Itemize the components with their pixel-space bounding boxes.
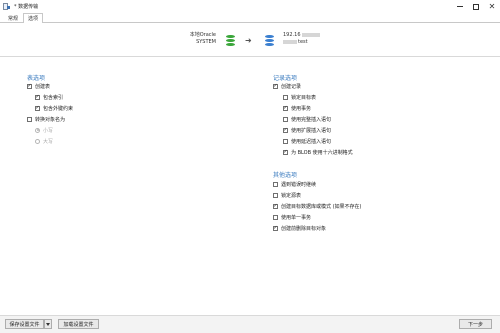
option-include-foreign-keys[interactable]: ✓ 包含外键约束 [35,104,73,112]
source-connection-label: 本地Oracle [189,32,216,38]
transfer-header: 本地Oracle SYSTEM ➜ 192.16 test [0,23,500,57]
option-complete-insert[interactable]: 使用完整插入语句 [283,115,331,123]
tab-general[interactable]: 常规 [3,13,23,22]
option-single-transaction[interactable]: 使用单一事务 [273,213,311,221]
save-profile-dropdown-button[interactable] [44,319,52,329]
checkbox[interactable]: ✓ [27,83,32,89]
target-schema-label: test [283,39,308,46]
footer-bar: 保存设置文件 加载设置文件 下一步 [0,315,500,333]
option-label: 创建表 [35,83,51,90]
tab-bar: 常规 选项 [0,13,500,23]
option-create-records[interactable]: ✓ 创建记录 [273,82,301,90]
option-lock-target-table[interactable]: 锁定目标表 [283,93,316,101]
checkbox[interactable] [283,94,288,100]
option-continue-on-error[interactable]: 遇到错误时继续 [273,180,316,188]
option-lock-source-table[interactable]: 锁定源表 [273,191,301,199]
option-create-table[interactable]: ✓ 创建表 [27,82,50,90]
maximize-icon [473,3,479,10]
checkbox[interactable] [273,181,278,187]
checkbox[interactable]: ✓ [283,149,288,155]
option-drop-target-objects[interactable]: ✓ 创建前删除目标对象 [273,224,326,232]
checkbox[interactable]: ✓ [273,83,278,89]
radio-label: 小写 [43,127,54,134]
checkbox[interactable]: ✓ [273,225,278,231]
option-label: 转换对象名为 [35,116,66,123]
chevron-down-icon [46,322,50,326]
table-options-title: 表选项 [27,75,46,82]
option-include-indexes[interactable]: ✓ 包含索引 [35,93,63,101]
radio-label: 大写 [43,138,54,145]
option-label: 为 BLOB 使用十六进制格式 [291,149,353,156]
checkbox[interactable]: ✓ [273,203,278,209]
title-bar: * 数据传输 ✕ [0,0,500,13]
redacted-block [283,39,297,44]
option-label: 使用完整插入语句 [291,116,332,123]
record-options-title: 记录选项 [273,75,298,82]
option-label: 使用单一事务 [281,214,312,221]
option-use-transaction[interactable]: ✓ 使用事务 [283,104,311,112]
option-label: 使用事务 [291,105,312,112]
radio-lowercase[interactable]: 小写 [35,126,53,134]
option-label: 锁定目标表 [291,94,317,101]
load-profile-button[interactable]: 加载设置文件 [58,319,99,329]
source-schema-label: SYSTEM [196,39,216,45]
checkbox[interactable] [27,116,32,122]
option-label: 使用延迟插入语句 [291,138,332,145]
next-button[interactable]: 下一步 [459,319,492,329]
database-green-icon [226,35,235,46]
option-convert-object-names[interactable]: 转换对象名为 [27,115,65,123]
checkbox[interactable]: ✓ [283,127,288,133]
target-connection-label: 192.16 [283,32,320,39]
window-controls: ✕ [452,0,500,13]
window-title: * 数据传输 [14,4,39,10]
checkbox[interactable] [283,138,288,144]
close-icon: ✕ [488,1,496,11]
arrow-right-icon: ➜ [245,36,252,45]
tab-options[interactable]: 选项 [23,13,44,23]
radio-button[interactable] [35,127,40,133]
option-label: 遇到错误时继续 [281,181,317,188]
save-profile-button[interactable]: 保存设置文件 [5,319,44,329]
option-label: 使用扩展插入语句 [291,127,332,134]
checkbox[interactable]: ✓ [283,105,288,111]
data-transfer-app-icon [3,3,10,10]
option-extended-insert[interactable]: ✓ 使用扩展插入语句 [283,126,331,134]
checkbox[interactable] [283,116,288,122]
checkbox[interactable]: ✓ [35,105,40,111]
target-connection-text: 192.16 [283,32,301,38]
options-panel: 表选项 ✓ 创建表 ✓ 包含索引 ✓ 包含外键约束 转换对象名为 小写 大写 记… [0,57,500,315]
checkbox[interactable] [273,214,278,220]
option-label: 包含外键约束 [43,105,74,112]
database-blue-icon [265,35,274,46]
other-options-title: 其他选项 [273,172,298,179]
radio-uppercase[interactable]: 大写 [35,137,53,145]
option-label: 包含索引 [43,94,64,101]
minimize-button[interactable] [452,0,468,13]
close-button[interactable]: ✕ [484,0,500,13]
option-delayed-insert[interactable]: 使用延迟插入语句 [283,137,331,145]
minimize-icon [457,6,463,7]
option-create-target-database[interactable]: ✓ 创建目标数据库或模式 (如果不存在) [273,202,362,210]
target-schema-text: test [298,39,308,45]
option-blob-hex[interactable]: ✓ 为 BLOB 使用十六进制格式 [283,148,353,156]
redacted-block [301,32,320,37]
checkbox[interactable]: ✓ [35,94,40,100]
option-label: 创建前删除目标对象 [281,225,327,232]
checkbox[interactable] [273,192,278,198]
option-label: 创建目标数据库或模式 (如果不存在) [281,203,362,210]
maximize-button[interactable] [468,0,484,13]
option-label: 锁定源表 [281,192,302,199]
option-label: 创建记录 [281,83,302,90]
radio-button[interactable] [35,138,40,144]
